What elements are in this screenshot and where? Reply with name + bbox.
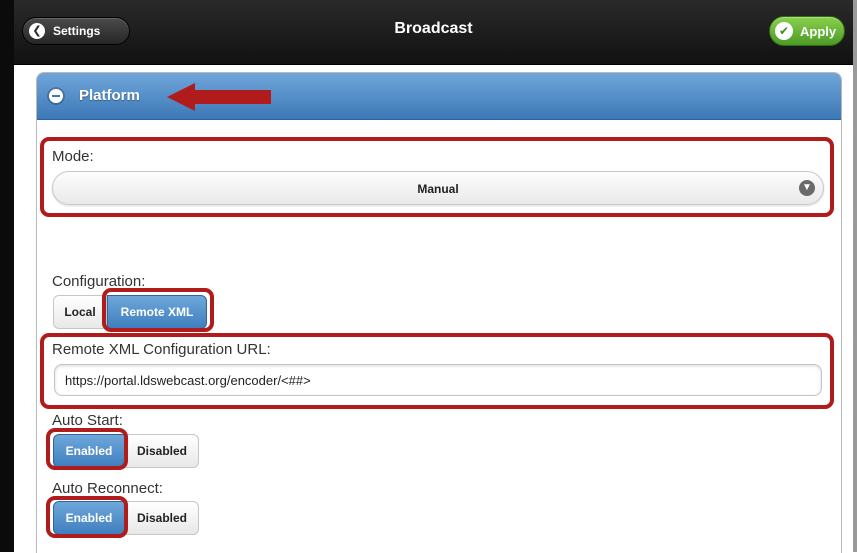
minus-circle-icon bbox=[49, 89, 63, 103]
mode-select[interactable]: Manual ▼ bbox=[52, 171, 824, 205]
auto-reconnect-highlight-annotation bbox=[46, 496, 128, 538]
auto-start-disabled-button[interactable]: Disabled bbox=[125, 434, 199, 468]
page-title: Broadcast bbox=[394, 20, 473, 37]
auto-reconnect-label: Auto Reconnect: bbox=[52, 480, 163, 497]
mode-label: Mode: bbox=[52, 148, 94, 165]
remote-url-input[interactable] bbox=[54, 364, 822, 396]
auto-reconnect-disabled-button[interactable]: Disabled bbox=[125, 501, 199, 535]
header-bar: ❮ Settings Broadcast ✔ Apply bbox=[14, 0, 853, 65]
apply-button-label: Apply bbox=[800, 23, 837, 39]
platform-panel-header[interactable]: Platform bbox=[37, 73, 841, 120]
apply-button[interactable]: ✔ Apply bbox=[769, 16, 845, 46]
auto-start-highlight-annotation bbox=[46, 428, 128, 470]
checkmark-icon: ✔ bbox=[775, 22, 793, 40]
window-edge bbox=[853, 0, 857, 552]
red-arrow-annotation bbox=[167, 83, 271, 111]
remote-url-label: Remote XML Configuration URL: bbox=[52, 341, 271, 358]
mode-selected-value: Manual bbox=[417, 182, 459, 196]
remote-xml-highlight-annotation bbox=[102, 288, 214, 332]
device-bezel bbox=[0, 0, 14, 552]
chevron-down-icon: ▼ bbox=[799, 180, 815, 196]
platform-panel-title: Platform bbox=[79, 87, 140, 104]
auto-start-label: Auto Start: bbox=[52, 412, 123, 429]
configuration-local-button[interactable]: Local bbox=[53, 295, 107, 329]
